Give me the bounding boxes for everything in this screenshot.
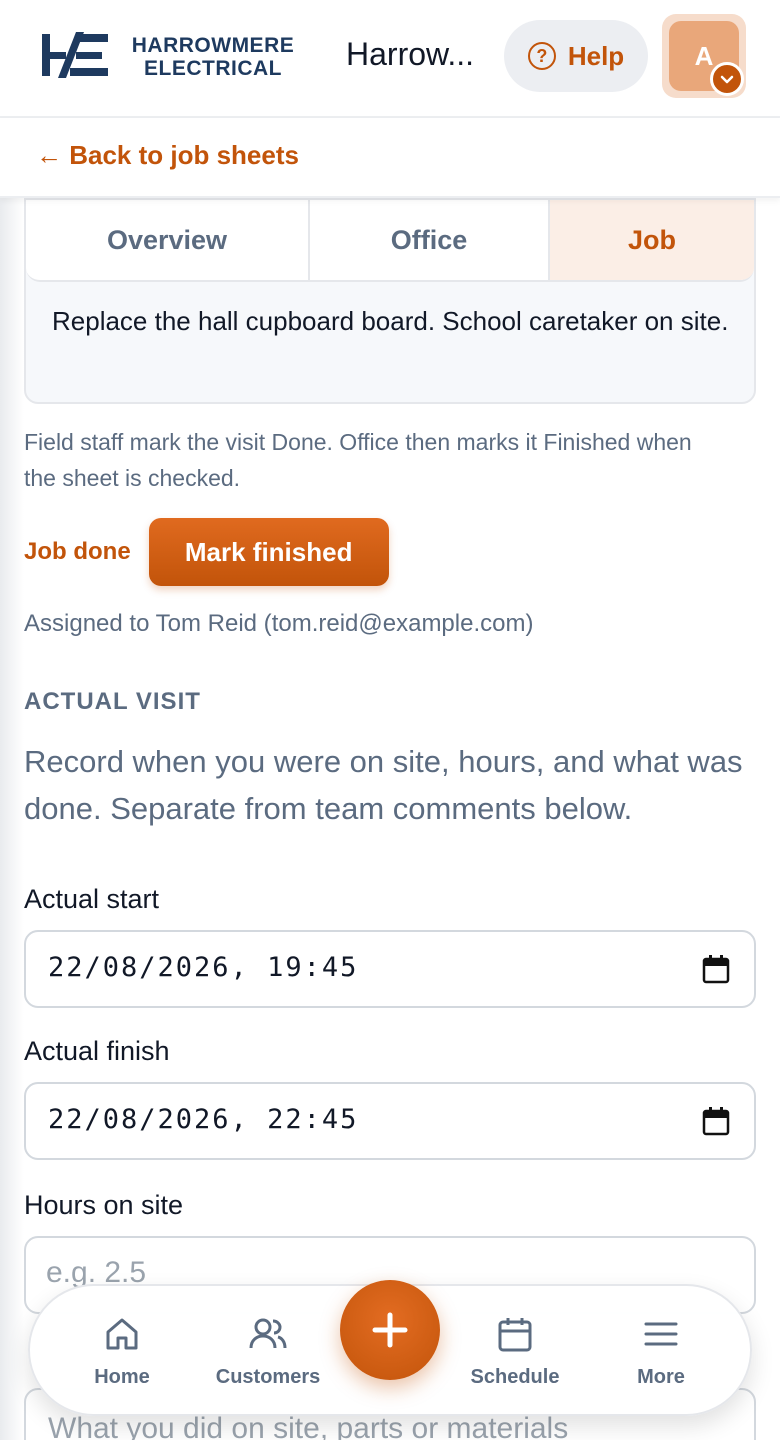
nav-home-label: Home	[94, 1366, 150, 1388]
actual-start-input[interactable]: 22/08/2026, 19:45	[24, 930, 756, 1008]
actual-finish-value: 22/08/2026, 22:45	[48, 1104, 359, 1135]
calendar-icon	[498, 1318, 532, 1352]
brand-name: HARROWMERE ELECTRICAL	[120, 34, 306, 80]
status-badge: Job done	[24, 538, 131, 565]
app-title: Harrow...	[346, 36, 475, 72]
tab-bar: Overview Office Job	[26, 200, 754, 282]
brand-line-2: ELECTRICAL	[144, 57, 282, 80]
app-header: HARROWMERE ELECTRICAL Harrow... ? Help A	[0, 0, 780, 118]
menu-icon	[644, 1322, 678, 1346]
calendar-icon[interactable]	[702, 954, 730, 984]
tab-job[interactable]: Job	[550, 200, 754, 280]
work-done-placeholder: What you did on site, parts or materials	[48, 1412, 569, 1440]
actual-finish-input[interactable]: 22/08/2026, 22:45	[24, 1082, 756, 1160]
assigned-prefix: Assigned to Tom Reid (	[24, 610, 272, 637]
section-description: Record when you were on site, hours, and…	[24, 744, 743, 826]
assignee-email-link[interactable]: tom.reid@example.com	[272, 610, 526, 637]
workflow-note: Field staff mark the visit Done. Office …	[24, 429, 692, 491]
logo-mark-icon	[42, 32, 108, 78]
home-icon	[106, 1318, 138, 1350]
help-icon: ?	[527, 42, 556, 70]
nav-customers-label: Customers	[215, 1366, 321, 1388]
nav-schedule[interactable]: Schedule	[450, 1314, 580, 1389]
help-label: Help	[567, 40, 625, 71]
page-edge-shadow	[0, 0, 24, 1440]
section-heading: ACTUAL VISIT	[24, 688, 201, 715]
plus-icon	[372, 1312, 408, 1348]
hours-on-site-label: Hours on site	[24, 1190, 184, 1220]
nav-more-label: More	[637, 1366, 685, 1388]
tab-overview[interactable]: Overview	[26, 200, 310, 280]
back-to-job-sheets-link[interactable]: ← Back to job sheets	[36, 140, 299, 171]
brand-logo[interactable]: HARROWMERE ELECTRICAL	[40, 30, 310, 82]
users-icon	[249, 1318, 287, 1349]
help-button[interactable]: ? Help	[504, 20, 648, 92]
actual-start-label: Actual start	[24, 884, 160, 914]
actual-finish-label: Actual finish	[24, 1036, 170, 1066]
tab-office[interactable]: Office	[310, 200, 550, 280]
add-button[interactable]	[340, 1280, 440, 1380]
assigned-to: Assigned to Tom Reid (tom.reid@example.c…	[24, 610, 533, 638]
job-description: Replace the hall cupboard board. School …	[52, 306, 729, 336]
nav-home[interactable]: Home	[57, 1314, 187, 1389]
nav-customers[interactable]: Customers	[203, 1314, 333, 1389]
account-menu-button[interactable]: A	[662, 14, 746, 98]
actual-start-value: 22/08/2026, 19:45	[48, 952, 359, 983]
nav-schedule-label: Schedule	[470, 1366, 560, 1388]
nav-more[interactable]: More	[596, 1314, 726, 1389]
assigned-suffix: )	[525, 610, 534, 637]
mark-finished-button[interactable]: Mark finished	[148, 518, 389, 586]
chevron-down-icon	[710, 62, 744, 96]
brand-line-1: HARROWMERE	[131, 34, 295, 57]
job-detail-card: Overview Office Job Replace the hall cup…	[24, 198, 756, 404]
back-bar: ← Back to job sheets	[0, 118, 780, 198]
calendar-icon[interactable]	[702, 1106, 730, 1136]
job-status-row: Job done Mark finished	[24, 518, 389, 586]
